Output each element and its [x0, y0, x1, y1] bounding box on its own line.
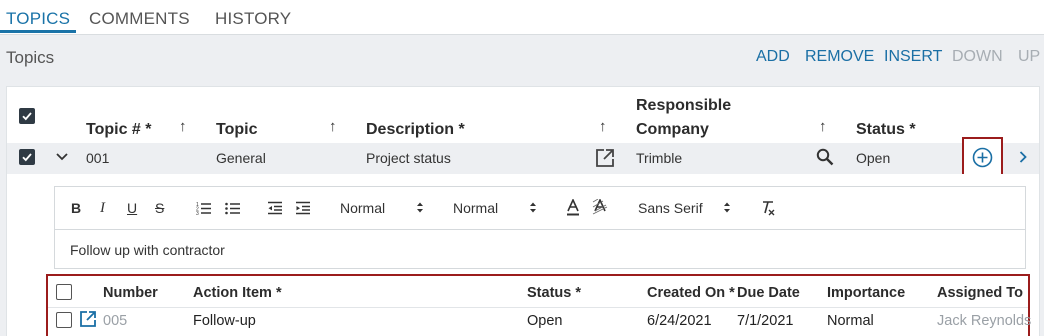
- col-assigned-to[interactable]: Assigned To: [937, 285, 1023, 301]
- strikethrough-icon[interactable]: S: [155, 200, 164, 216]
- bullet-list-icon[interactable]: [225, 201, 241, 215]
- rich-text-editor: B I U S 1 2 3 Normal Normal Sans Serif F…: [54, 186, 1026, 269]
- bold-icon[interactable]: B: [71, 200, 81, 216]
- col-responsible-line2[interactable]: Company: [636, 121, 709, 139]
- tab-bar: TOPICS COMMENTS HISTORY: [0, 0, 1044, 35]
- tab-comments[interactable]: COMMENTS: [89, 9, 190, 29]
- select-arrows-icon[interactable]: [723, 201, 731, 214]
- check-icon: [22, 112, 32, 121]
- chevron-right-icon[interactable]: [1019, 151, 1027, 163]
- tab-history[interactable]: HISTORY: [215, 9, 291, 29]
- check-icon: [22, 153, 32, 162]
- ordered-list-icon[interactable]: 1 2 3: [196, 201, 212, 215]
- text-color-icon[interactable]: [565, 199, 581, 216]
- sort-arrow-icon[interactable]: ↑: [329, 118, 337, 135]
- insert-button[interactable]: INSERT: [884, 48, 942, 66]
- col-topic-number[interactable]: Topic # *: [86, 121, 152, 139]
- open-external-icon[interactable]: [79, 310, 97, 328]
- sort-arrow-icon[interactable]: ↑: [819, 118, 827, 135]
- col-topic[interactable]: Topic: [216, 121, 257, 139]
- search-icon[interactable]: [816, 148, 834, 166]
- action-item-value: Follow-up: [193, 313, 256, 329]
- sort-arrow-icon[interactable]: ↑: [179, 118, 187, 135]
- col-action-item[interactable]: Action Item *: [193, 285, 282, 301]
- row-divider: [48, 307, 1028, 308]
- italic-icon[interactable]: I: [100, 200, 105, 217]
- topic-number-value: 001: [86, 150, 110, 166]
- up-button[interactable]: UP: [1018, 48, 1040, 66]
- col-action-status[interactable]: Status *: [527, 285, 581, 301]
- created-on-value: 6/24/2021: [647, 313, 712, 329]
- topic-value: General: [216, 150, 266, 166]
- description-value: Project status: [366, 150, 451, 166]
- toolbar-divider: [55, 229, 1025, 230]
- action-number-value: 005: [103, 313, 128, 329]
- active-tab-indicator: [0, 30, 76, 33]
- underline-icon[interactable]: U: [127, 200, 137, 216]
- col-created-on[interactable]: Created On *: [647, 285, 735, 301]
- add-button[interactable]: ADD: [756, 48, 790, 66]
- down-button[interactable]: DOWN: [952, 48, 1003, 66]
- importance-value: Normal: [827, 313, 874, 329]
- background-color-icon[interactable]: [592, 199, 608, 216]
- format-select-1[interactable]: Normal: [340, 200, 385, 216]
- status-value: Open: [856, 150, 891, 166]
- format-select-2[interactable]: Normal: [453, 200, 498, 216]
- open-external-icon[interactable]: [595, 148, 615, 168]
- action-items-select-all-checkbox[interactable]: [56, 284, 72, 300]
- row-checkbox[interactable]: [19, 149, 35, 165]
- responsible-company-value: Trimble: [636, 150, 683, 166]
- remove-button[interactable]: REMOVE: [805, 48, 874, 66]
- col-responsible-line1[interactable]: Responsible: [636, 97, 731, 115]
- action-item-row-checkbox[interactable]: [56, 312, 72, 328]
- col-status[interactable]: Status *: [856, 121, 916, 139]
- action-status-value: Open: [527, 313, 563, 329]
- tab-topics[interactable]: TOPICS: [6, 9, 70, 29]
- select-arrows-icon[interactable]: [416, 201, 424, 214]
- col-due-date[interactable]: Due Date: [737, 285, 800, 301]
- select-arrows-icon[interactable]: [529, 201, 537, 214]
- due-date-value: 7/1/2021: [737, 313, 794, 329]
- select-all-checkbox[interactable]: [19, 108, 35, 124]
- assigned-to-value[interactable]: Jack Reynolds: [937, 313, 1031, 329]
- editor-content[interactable]: Follow up with contractor: [70, 242, 225, 258]
- sort-arrow-icon[interactable]: ↑: [599, 118, 607, 135]
- svg-text:3: 3: [196, 211, 199, 215]
- outdent-icon[interactable]: [267, 201, 283, 215]
- col-number[interactable]: Number: [103, 285, 158, 301]
- col-description[interactable]: Description *: [366, 121, 465, 139]
- chevron-down-icon[interactable]: [56, 153, 68, 161]
- font-select[interactable]: Sans Serif: [638, 200, 703, 216]
- section-title: Topics: [6, 48, 55, 67]
- clear-formatting-icon[interactable]: [760, 200, 776, 216]
- add-circle-icon[interactable]: [972, 147, 993, 168]
- col-importance[interactable]: Importance: [827, 285, 905, 301]
- indent-icon[interactable]: [295, 201, 311, 215]
